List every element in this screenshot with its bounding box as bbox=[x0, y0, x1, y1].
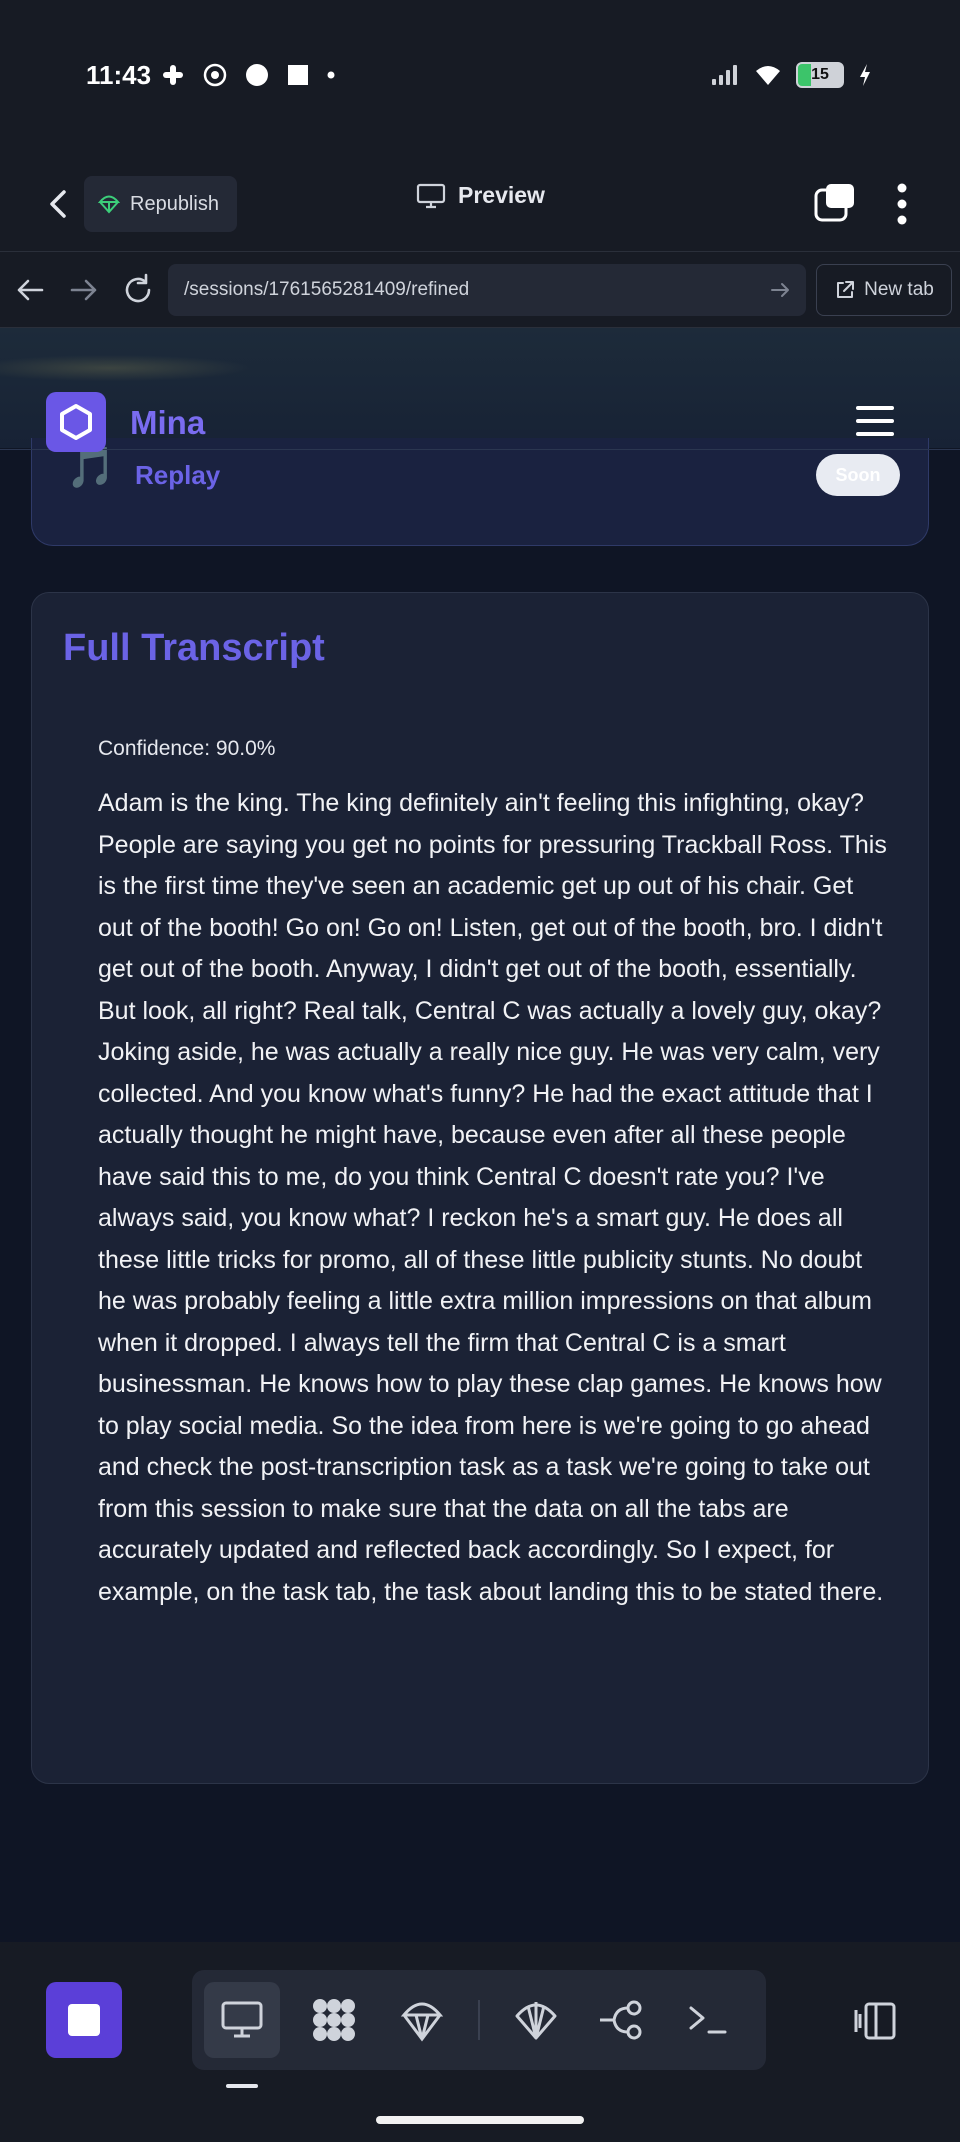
charging-icon bbox=[860, 64, 870, 86]
logo-icon[interactable] bbox=[46, 392, 106, 452]
preview-label: Preview bbox=[458, 182, 545, 208]
forward-arrow-icon[interactable] bbox=[66, 272, 102, 308]
deploy-tool[interactable] bbox=[384, 1982, 460, 2058]
transcript-title: Full Transcript bbox=[63, 627, 325, 669]
preview-title[interactable]: Preview bbox=[416, 182, 545, 209]
webview-content: 🎵 Replay Soon Mina Full Transcript Confi… bbox=[0, 328, 960, 1942]
back-chevron-icon[interactable] bbox=[38, 184, 78, 224]
workflow-icon bbox=[600, 2000, 642, 2040]
terminal-tool[interactable] bbox=[670, 1982, 746, 2058]
battery-indicator: 15 bbox=[796, 62, 844, 88]
replay-label[interactable]: Replay bbox=[135, 460, 220, 491]
monitor-icon bbox=[416, 183, 446, 208]
tabs-switcher-icon[interactable] bbox=[814, 182, 856, 224]
replay-card: 🎵 Replay Soon bbox=[31, 438, 929, 546]
parachute-icon bbox=[98, 195, 120, 214]
shell-tool[interactable] bbox=[498, 1982, 574, 2058]
hamburger-menu-icon[interactable] bbox=[856, 406, 894, 438]
new-tab-button[interactable]: New tab bbox=[816, 264, 952, 316]
site-header: Mina bbox=[0, 392, 960, 452]
url-input[interactable]: /sessions/1761565281409/refined bbox=[168, 264, 806, 316]
whatsapp-icon bbox=[203, 63, 227, 87]
dot-icon bbox=[327, 71, 335, 79]
stop-icon bbox=[68, 2004, 100, 2036]
square-icon bbox=[288, 65, 308, 85]
more-options-icon[interactable] bbox=[884, 180, 920, 228]
workflow-tool[interactable] bbox=[584, 1982, 660, 2058]
signal-icon bbox=[712, 65, 737, 85]
go-arrow-icon[interactable] bbox=[768, 278, 792, 302]
external-link-icon bbox=[837, 281, 855, 298]
system-status-bar: 11:43 15 bbox=[0, 0, 960, 150]
terminal-icon bbox=[689, 2006, 727, 2034]
toolbar-divider bbox=[478, 2000, 480, 2040]
confidence-value: Confidence: 90.0% bbox=[98, 737, 276, 760]
browser-toolbar: /sessions/1761565281409/refined New tab bbox=[0, 252, 960, 328]
shell-icon bbox=[515, 2002, 557, 2040]
back-arrow-icon[interactable] bbox=[12, 272, 48, 308]
hexagon-icon bbox=[60, 404, 92, 440]
tool-group bbox=[192, 1970, 766, 2070]
clock: 11:43 bbox=[86, 60, 152, 90]
bottom-toolbar bbox=[0, 1942, 960, 2142]
system-icons: 15 bbox=[710, 62, 872, 88]
new-tab-label: New tab bbox=[864, 279, 934, 300]
app-header: Republish Preview bbox=[0, 160, 960, 252]
desktop-icon bbox=[221, 2001, 263, 2038]
republish-button[interactable]: Republish bbox=[84, 176, 237, 232]
record-icon bbox=[246, 64, 268, 86]
apps-grid-icon bbox=[313, 1999, 355, 2041]
active-tool-indicator bbox=[226, 2084, 258, 2088]
reload-icon[interactable] bbox=[120, 272, 156, 308]
apps-tool[interactable] bbox=[296, 1982, 372, 2058]
brand-name[interactable]: Mina bbox=[130, 404, 205, 442]
url-text: /sessions/1761565281409/refined bbox=[184, 279, 470, 300]
home-indicator[interactable] bbox=[376, 2116, 584, 2124]
wifi-icon bbox=[756, 66, 780, 85]
transcript-text: Adam is the king. The king definitely ai… bbox=[98, 789, 887, 1606]
republish-label: Republish bbox=[130, 192, 219, 215]
notification-icons bbox=[160, 62, 336, 88]
side-panel-icon[interactable] bbox=[852, 1998, 898, 2044]
stop-button[interactable] bbox=[46, 1982, 122, 2058]
transcript-card: Full Transcript Confidence: 90.0% Adam i… bbox=[31, 592, 929, 1784]
slack-icon bbox=[163, 65, 183, 85]
soon-badge: Soon bbox=[816, 454, 900, 496]
parachute-icon bbox=[400, 2002, 444, 2042]
desktop-tool[interactable] bbox=[204, 1982, 280, 2058]
